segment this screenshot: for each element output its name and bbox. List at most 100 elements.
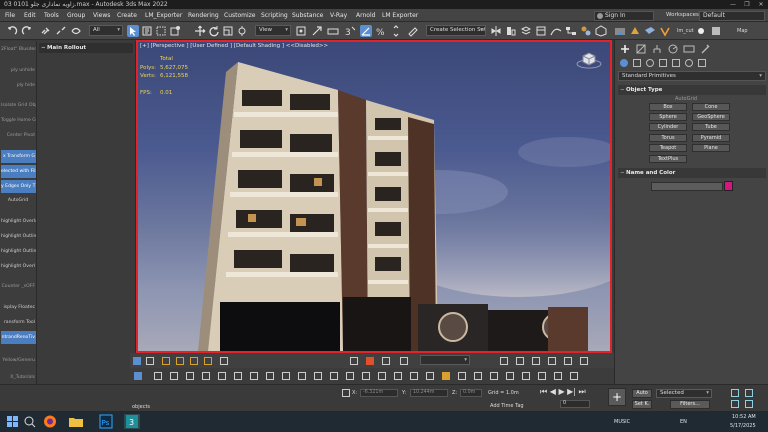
cone-button[interactable]: Cone bbox=[692, 103, 730, 111]
merge-icon[interactable] bbox=[362, 372, 370, 380]
snap-vertex-icon[interactable] bbox=[176, 357, 184, 365]
scene-states-icon[interactable] bbox=[500, 357, 508, 365]
menu-scripting[interactable]: Scripting bbox=[261, 12, 288, 19]
utilities-tab-icon[interactable] bbox=[699, 43, 711, 55]
snap-face-icon[interactable] bbox=[204, 357, 212, 365]
reference-coordinate-dropdown[interactable]: View bbox=[255, 25, 291, 36]
script-button[interactable]: ply hide bbox=[1, 79, 36, 92]
array-icon[interactable] bbox=[570, 372, 578, 380]
cameras-icon[interactable] bbox=[659, 59, 667, 67]
asset-tracking-icon[interactable] bbox=[532, 357, 540, 365]
geometry-icon[interactable] bbox=[620, 59, 628, 67]
menu-tools[interactable]: Tools bbox=[44, 12, 59, 19]
edit-poly-icon[interactable] bbox=[146, 357, 154, 365]
material-id-icon[interactable] bbox=[458, 372, 466, 380]
key-filter-dropdown[interactable]: Selected bbox=[656, 389, 712, 398]
x-coordinate-field[interactable]: -6.321m bbox=[360, 389, 398, 397]
display-tab-icon[interactable] bbox=[683, 43, 695, 55]
script-button[interactable]: Center Pivot bbox=[1, 129, 36, 142]
script-button[interactable]: 2Float" Blusder bbox=[1, 43, 36, 56]
render-iterative-icon[interactable] bbox=[644, 25, 656, 37]
create-tab-icon[interactable] bbox=[619, 43, 631, 55]
script-button[interactable]: highlight Outlin bbox=[1, 230, 36, 243]
selection-lock-icon[interactable] bbox=[382, 357, 390, 365]
object-name-input[interactable] bbox=[651, 182, 723, 191]
perspective-viewport[interactable]: [+] [Perspective ] [User Defined ] [Defa… bbox=[136, 40, 612, 353]
select-object-icon[interactable] bbox=[127, 25, 139, 37]
proxy-icon[interactable] bbox=[410, 372, 418, 380]
rotate-icon[interactable] bbox=[208, 25, 220, 37]
menu-vray[interactable]: V-Ray bbox=[330, 12, 347, 19]
snapshot-icon[interactable] bbox=[554, 372, 562, 380]
layer-dropdown[interactable] bbox=[420, 355, 470, 365]
absolute-transform-icon[interactable] bbox=[342, 389, 350, 397]
camera-sequence-icon[interactable] bbox=[580, 357, 588, 365]
viewport-label[interactable]: [+] [Perspective ] [User Defined ] [Defa… bbox=[140, 43, 328, 49]
menu-arnold[interactable]: Arnold bbox=[356, 12, 375, 19]
window-crossing-toggle-icon[interactable] bbox=[400, 357, 408, 365]
group-icon[interactable] bbox=[218, 372, 226, 380]
script-button[interactable]: elected with Fil bbox=[1, 165, 36, 178]
motion-tab-icon[interactable] bbox=[667, 43, 679, 55]
menu-views[interactable]: Views bbox=[93, 12, 110, 19]
layer-explorer-icon[interactable] bbox=[520, 25, 532, 37]
add-time-tag[interactable]: Add Time Tag bbox=[490, 403, 524, 409]
detach-icon[interactable] bbox=[186, 372, 194, 380]
viewport-layout-icon[interactable] bbox=[133, 357, 141, 365]
align-icon[interactable] bbox=[505, 25, 517, 37]
move-icon[interactable] bbox=[194, 25, 206, 37]
script-button[interactable]: isplay Floatec bbox=[1, 301, 36, 314]
named-selection-set-dropdown[interactable]: Create Selection Set bbox=[426, 25, 486, 36]
unfreeze-icon[interactable] bbox=[330, 372, 338, 380]
hierarchy-tab-icon[interactable] bbox=[651, 43, 663, 55]
render-region-icon[interactable] bbox=[490, 372, 498, 380]
unlink-icon[interactable] bbox=[55, 25, 67, 37]
placement-icon[interactable] bbox=[236, 25, 248, 37]
menu-create[interactable]: Create bbox=[117, 12, 137, 19]
photoshop-icon[interactable]: Ps bbox=[98, 414, 114, 429]
uvw-map-icon[interactable] bbox=[474, 372, 482, 380]
schematic-view-icon[interactable] bbox=[565, 25, 577, 37]
textplus-button[interactable]: TextPlus bbox=[649, 155, 687, 163]
mirror-icon[interactable] bbox=[490, 25, 502, 37]
auto-key-button[interactable]: Auto bbox=[632, 389, 652, 398]
menu-customize[interactable]: Customize bbox=[224, 12, 256, 19]
3ds-max-icon[interactable]: 3 bbox=[124, 414, 140, 429]
cylinder-button[interactable]: Cylinder bbox=[649, 123, 687, 131]
spinner-snap-icon[interactable] bbox=[390, 25, 402, 37]
search-icon[interactable] bbox=[22, 414, 38, 429]
playback-controls[interactable]: ⏮ ◀ ▶ ▶| ⏭ bbox=[540, 387, 586, 397]
unhide-all-icon[interactable] bbox=[298, 372, 306, 380]
vray-frame-buffer-icon[interactable] bbox=[659, 25, 671, 37]
y-coordinate-field[interactable]: 10.244m bbox=[410, 389, 448, 397]
percent-snap-icon[interactable]: % bbox=[375, 25, 387, 38]
file-explorer-icon[interactable] bbox=[68, 414, 84, 429]
isolate-icon[interactable] bbox=[350, 357, 358, 365]
snap-edge-icon[interactable] bbox=[190, 357, 198, 365]
edit-named-selection-icon[interactable] bbox=[407, 25, 419, 37]
export-icon[interactable] bbox=[394, 372, 402, 380]
sphere-button[interactable]: Sphere bbox=[649, 113, 687, 121]
shapes-icon[interactable] bbox=[633, 59, 641, 67]
rename-objects-icon[interactable] bbox=[154, 372, 162, 380]
script-button[interactable]: ntrandRenoTiv bbox=[1, 331, 36, 344]
script-button[interactable]: X_Tutorials bbox=[1, 371, 36, 384]
firefox-icon[interactable] bbox=[42, 414, 58, 429]
material-editor-icon[interactable] bbox=[580, 25, 592, 37]
script-button[interactable]: highlight Outlin bbox=[1, 245, 36, 258]
current-frame-field[interactable]: 0 bbox=[560, 400, 590, 408]
xref-icon[interactable] bbox=[346, 372, 354, 380]
light-lister-icon[interactable] bbox=[442, 372, 450, 380]
workspaces-dropdown[interactable]: Default bbox=[699, 11, 765, 21]
lm-cut-label[interactable]: lm_cut bbox=[677, 28, 694, 34]
collapse-icon[interactable] bbox=[202, 372, 210, 380]
close-group-icon[interactable] bbox=[266, 372, 274, 380]
redo-icon[interactable] bbox=[21, 25, 33, 37]
link-icon[interactable] bbox=[40, 25, 52, 37]
script-button[interactable]: Yellow/Generu bbox=[1, 354, 36, 367]
align-view-icon[interactable] bbox=[538, 372, 546, 380]
script-button[interactable]: ransform Tool bbox=[1, 316, 36, 329]
menu-group[interactable]: Group bbox=[67, 12, 85, 19]
object-type-rollout-header[interactable]: Object Type bbox=[618, 85, 766, 95]
keyboard-shortcut-icon[interactable] bbox=[327, 25, 339, 37]
